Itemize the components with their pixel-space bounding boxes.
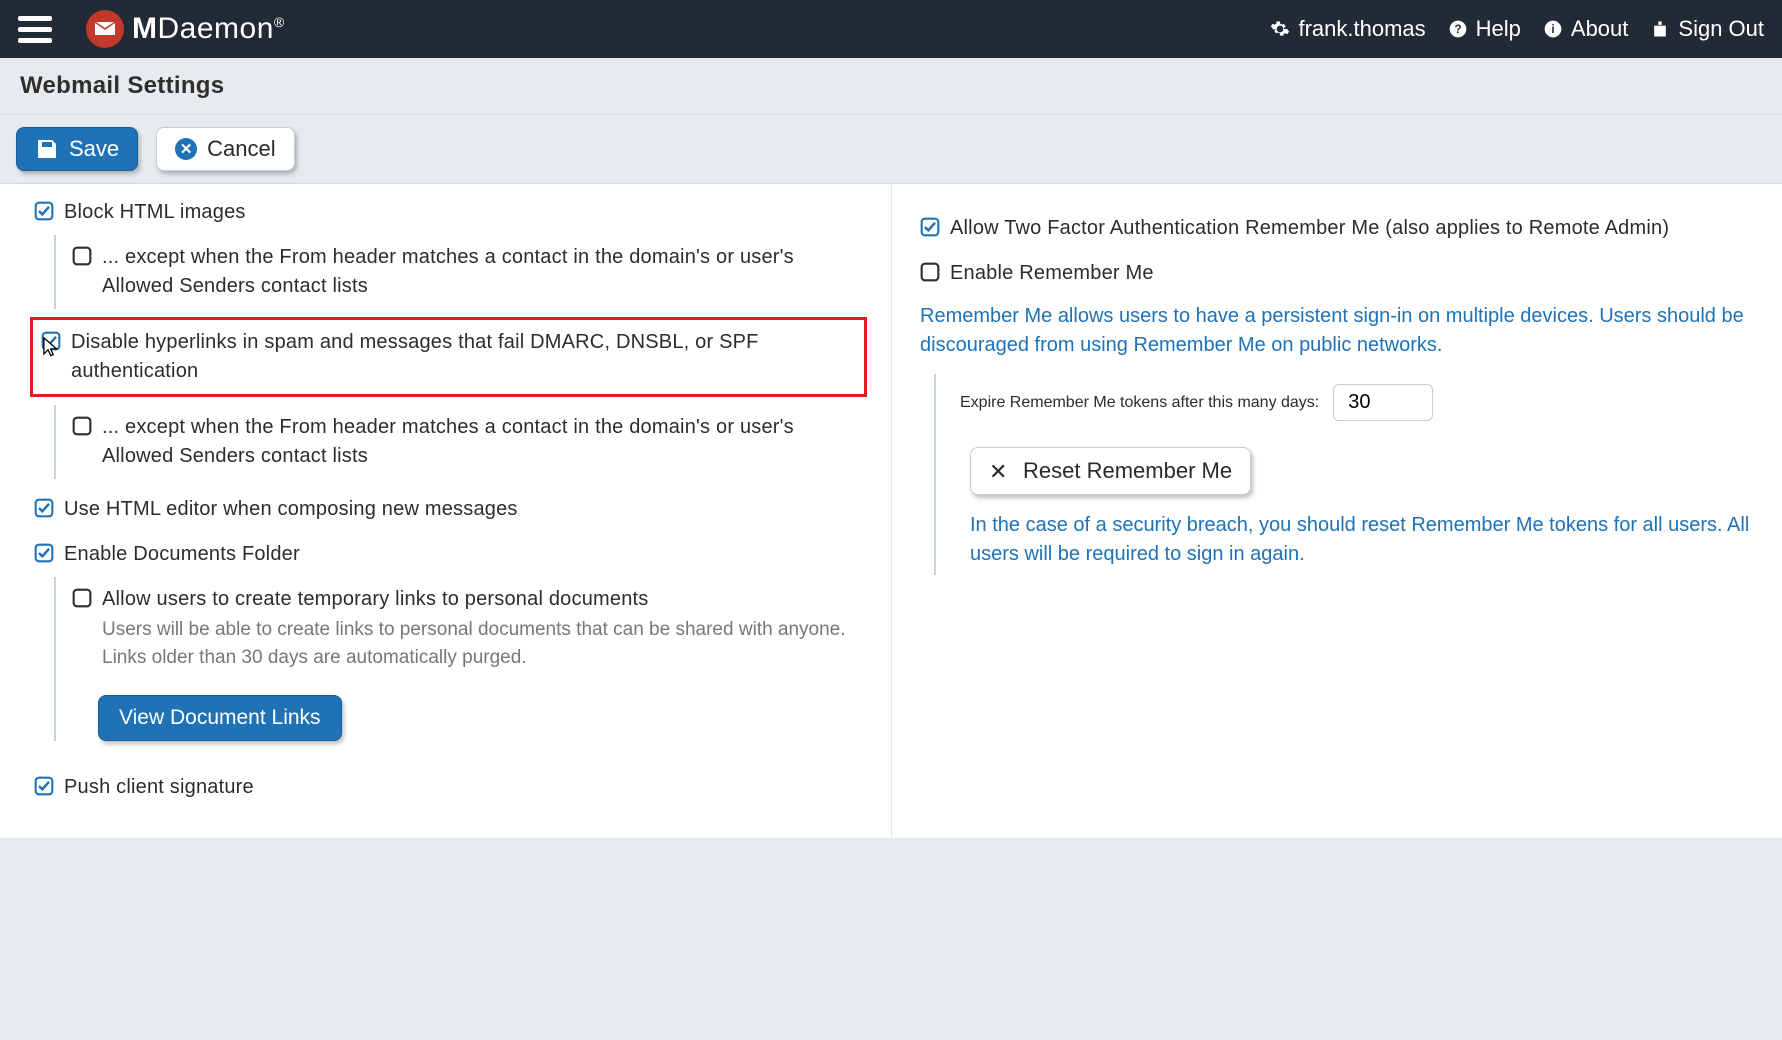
about-link[interactable]: i About: [1543, 16, 1629, 42]
right-column: Allow Two Factor Authentication Remember…: [891, 184, 1782, 838]
opt-except-from-contacts-1[interactable]: ... except when the From header matches …: [68, 235, 867, 309]
toolbar: Save ✕ Cancel: [0, 115, 1782, 184]
help-link[interactable]: ? Help: [1448, 16, 1521, 42]
page-title: Webmail Settings: [0, 58, 1782, 115]
checkbox-checked-icon: [34, 498, 54, 523]
opt-use-html-editor[interactable]: Use HTML editor when composing new messa…: [30, 487, 867, 532]
opt-enable-remember-me[interactable]: Enable Remember Me: [916, 251, 1758, 296]
opt-enable-documents-folder[interactable]: Enable Documents Folder: [30, 532, 867, 577]
checkbox-checked-icon: [41, 331, 61, 356]
reset-icon: ✕: [989, 459, 1013, 483]
checkbox-unchecked-icon: [72, 588, 92, 613]
menu-icon[interactable]: [18, 9, 58, 49]
opt-allow-temp-links[interactable]: Allow users to create temporary links to…: [68, 577, 867, 679]
cancel-icon: ✕: [175, 138, 197, 160]
svg-text:i: i: [1551, 23, 1554, 36]
topbar: MDaemon® frank.thomas ? Help i About Sig…: [0, 0, 1782, 58]
user-menu[interactable]: frank.thomas: [1270, 16, 1425, 42]
cancel-button[interactable]: ✕ Cancel: [156, 127, 294, 171]
expire-days-row: Expire Remember Me tokens after this man…: [956, 374, 1758, 431]
left-column: Block HTML images ... except when the Fr…: [0, 184, 891, 838]
checkbox-unchecked-icon: [920, 262, 940, 287]
user-name: frank.thomas: [1298, 16, 1425, 42]
opt-allow-temp-links-desc: Users will be able to create links to pe…: [102, 616, 863, 671]
remember-me-block: Expire Remember Me tokens after this man…: [934, 374, 1758, 575]
opt-allow-2fa-remember[interactable]: Allow Two Factor Authentication Remember…: [916, 206, 1758, 251]
reset-remember-me-button[interactable]: ✕ Reset Remember Me: [970, 447, 1251, 495]
checkbox-unchecked-icon: [72, 416, 92, 441]
checkbox-checked-icon: [34, 776, 54, 801]
opt-except-from-contacts-2[interactable]: ... except when the From header matches …: [68, 405, 867, 479]
checkbox-checked-icon: [920, 217, 940, 242]
gear-icon: [1270, 19, 1290, 39]
highlighted-setting: Disable hyperlinks in spam and messages …: [30, 317, 867, 397]
expire-days-input[interactable]: [1333, 384, 1433, 421]
reset-info: In the case of a security breach, you sh…: [956, 505, 1758, 575]
opt-disable-hyperlinks[interactable]: Disable hyperlinks in spam and messages …: [39, 326, 858, 388]
checkbox-checked-icon: [34, 543, 54, 568]
signout-link[interactable]: Sign Out: [1650, 16, 1764, 42]
logo[interactable]: MDaemon®: [86, 10, 285, 48]
view-document-links-button[interactable]: View Document Links: [98, 695, 342, 741]
opt-push-client-signature[interactable]: Push client signature: [30, 765, 867, 810]
logo-text: MDaemon®: [132, 12, 285, 46]
checkbox-unchecked-icon: [72, 246, 92, 271]
expire-days-label: Expire Remember Me tokens after this man…: [960, 394, 1319, 412]
save-button[interactable]: Save: [16, 127, 138, 171]
svg-text:?: ?: [1454, 23, 1461, 36]
remember-me-info: Remember Me allows users to have a persi…: [916, 296, 1758, 374]
info-icon: i: [1543, 19, 1563, 39]
save-icon: [35, 137, 59, 161]
opt-block-html-images[interactable]: Block HTML images: [30, 190, 867, 235]
help-icon: ?: [1448, 19, 1468, 39]
checkbox-checked-icon: [34, 201, 54, 226]
logo-icon: [86, 10, 124, 48]
signout-icon: [1650, 19, 1670, 39]
